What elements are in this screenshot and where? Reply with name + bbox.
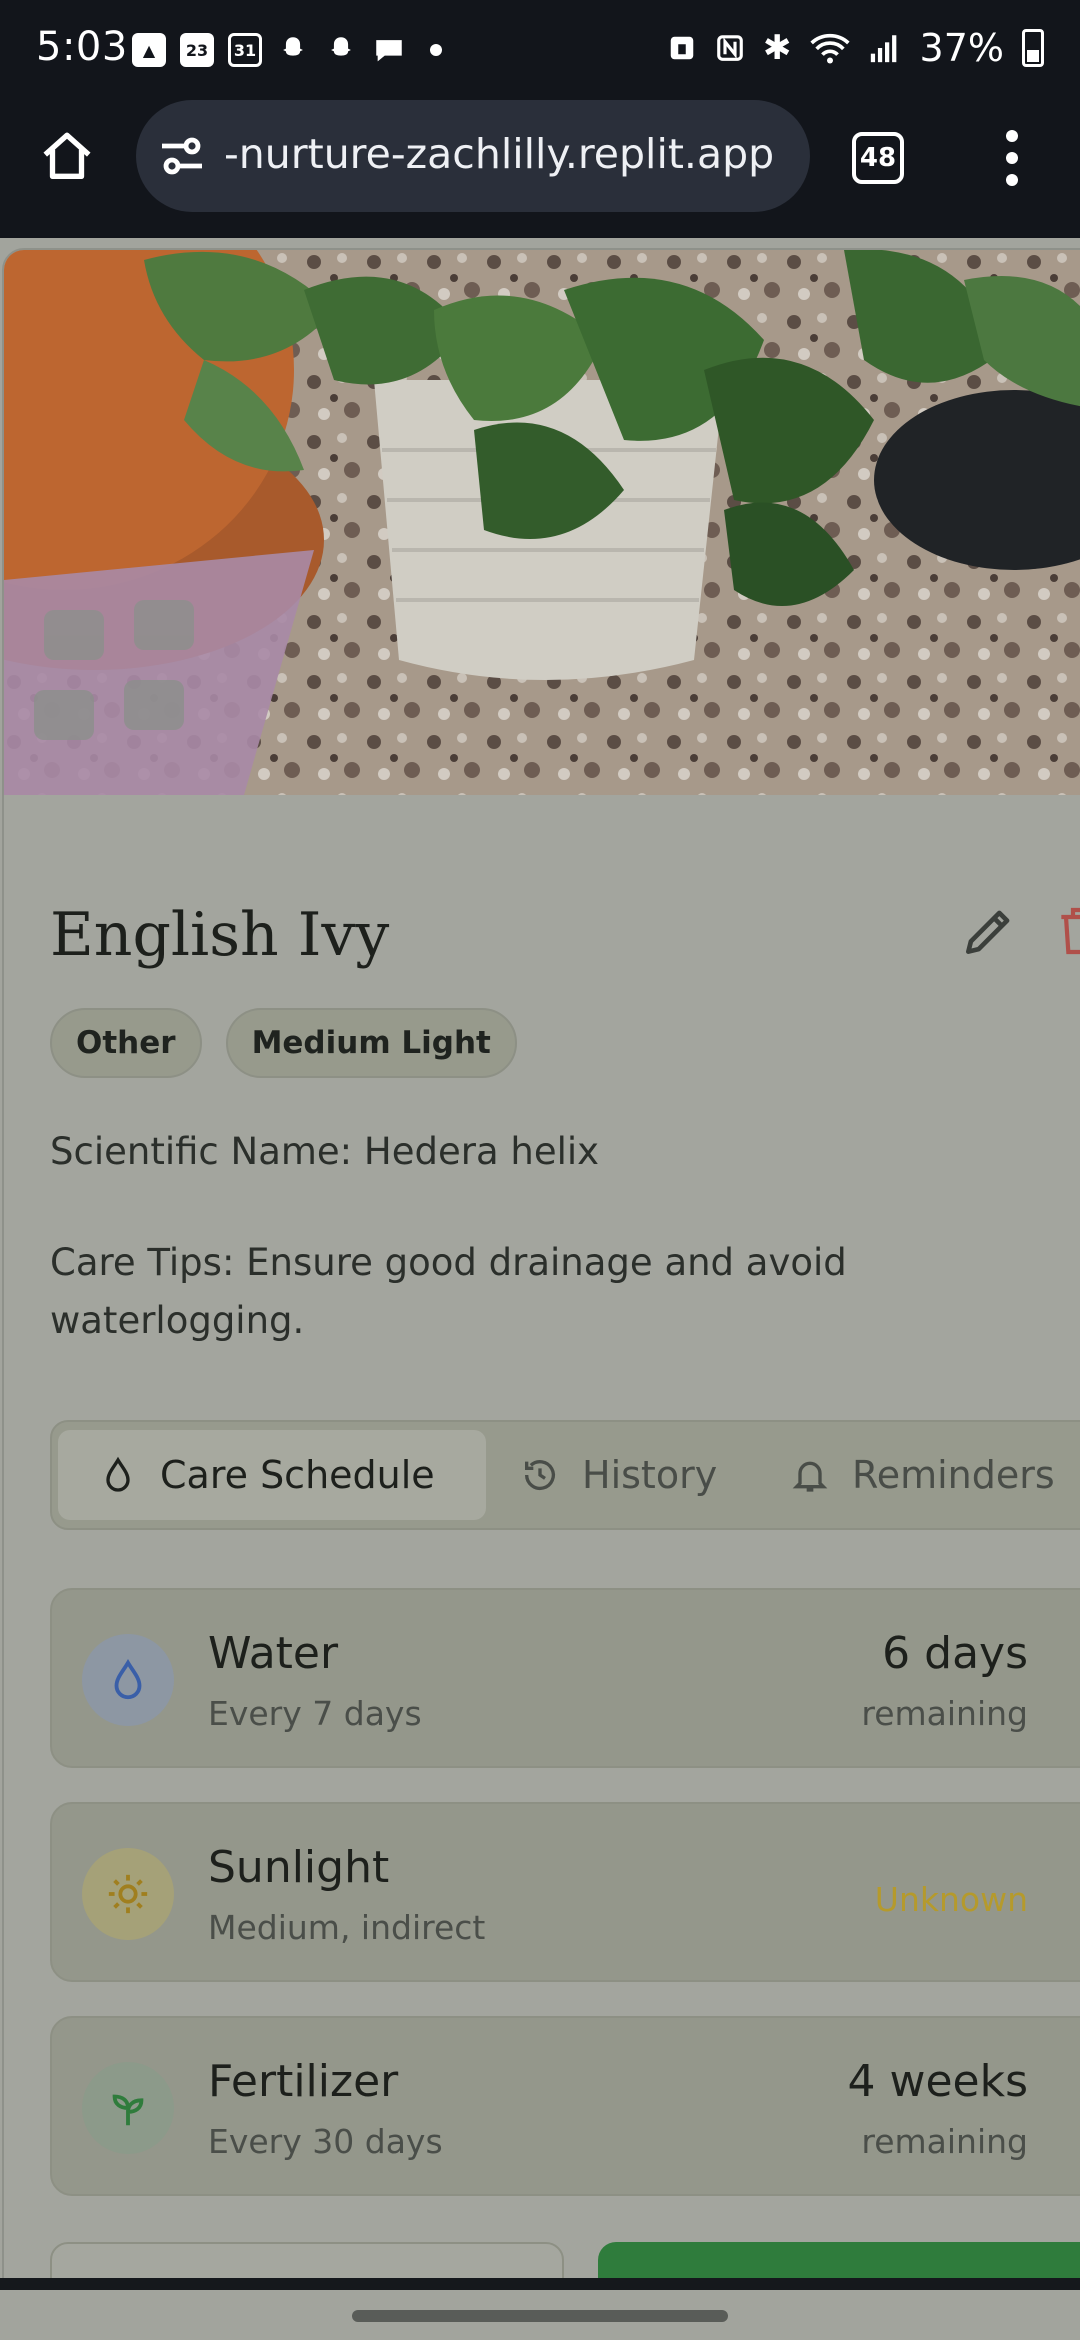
calendar-23-icon: 23 xyxy=(180,33,214,67)
address-bar[interactable]: -nurture-zachlilly.replit.app xyxy=(136,100,810,212)
plant-detail-card: English Ivy Other Medium Light Scientifi… xyxy=(2,248,1080,2290)
home-icon[interactable] xyxy=(38,128,96,186)
care-frequency: Every 7 days xyxy=(208,1694,422,1733)
care-item-sunlight: Sunlight Medium, indirect Unknown xyxy=(50,1802,1080,1982)
delete-trash-icon[interactable] xyxy=(1052,900,1080,962)
care-frequency: Medium, indirect xyxy=(208,1908,486,1947)
snapchat-icon xyxy=(324,33,358,67)
droplet-icon xyxy=(106,1456,130,1492)
tab-label: Reminders xyxy=(852,1453,1055,1497)
care-tips: Care Tips: Ensure good drainage and avoi… xyxy=(50,1241,847,1342)
history-icon xyxy=(525,1460,555,1491)
care-remaining-label: remaining xyxy=(861,2122,1028,2161)
notification-icons: ▲ 23 31 xyxy=(132,30,442,70)
url-text[interactable]: -nurture-zachlilly.replit.app xyxy=(224,130,794,178)
edit-pencil-icon[interactable] xyxy=(958,900,1020,962)
tab-history[interactable]: History xyxy=(520,1430,717,1520)
tab-switcher-button[interactable]: 48 xyxy=(852,132,904,184)
bell-icon xyxy=(792,1461,828,1492)
more-notifications-dot xyxy=(430,44,442,56)
plant-photo xyxy=(4,250,1080,795)
care-remaining-value: 4 weeks xyxy=(847,2056,1028,2107)
tab-reminders[interactable]: Reminders xyxy=(790,1430,1055,1520)
care-title: Fertilizer xyxy=(208,2056,399,2107)
page-content: English Ivy Other Medium Light Scientifi… xyxy=(0,238,1080,2290)
battery-icon xyxy=(1022,29,1044,67)
calendar-31-icon: 31 xyxy=(228,33,262,67)
sun-icon-circle xyxy=(82,1848,174,1940)
status-bar: 5:03 ▲ 23 31 ✱ 37% xyxy=(0,0,1080,100)
care-item-fertilizer: Fertilizer Every 30 days 4 weeks remaini… xyxy=(50,2016,1080,2196)
overflow-menu-icon[interactable] xyxy=(1000,130,1024,186)
plant-name: English Ivy xyxy=(50,900,390,970)
droplet-icon xyxy=(114,1659,142,1700)
scientific-name: Scientific Name: Hedera helix xyxy=(50,1130,600,1173)
gesture-nav-bar xyxy=(0,2290,1080,2340)
data-saver-icon xyxy=(670,36,694,60)
care-remaining-label: remaining xyxy=(861,1694,1028,1733)
care-remaining-value: 6 days xyxy=(882,1628,1028,1679)
sun-icon xyxy=(108,1874,148,1914)
system-status-icons: ✱ 37% xyxy=(667,26,1044,70)
signal-icon xyxy=(870,35,896,63)
care-frequency: Every 30 days xyxy=(208,2122,443,2161)
care-title: Sunlight xyxy=(208,1842,390,1893)
nfc-icon xyxy=(717,35,743,61)
gallery-icon: ▲ xyxy=(132,33,166,67)
site-settings-icon[interactable] xyxy=(158,134,206,178)
battery-percent: 37% xyxy=(919,26,1004,70)
detail-tabs: Care Schedule History Reminders xyxy=(50,1420,1080,1530)
care-status-unknown: Unknown xyxy=(874,1880,1028,1919)
bluetooth-icon: ✱ xyxy=(763,28,792,68)
wifi-icon xyxy=(809,33,850,64)
status-time: 5:03 xyxy=(36,24,128,70)
tab-care-schedule[interactable]: Care Schedule xyxy=(58,1430,486,1520)
plant-badges: Other Medium Light xyxy=(50,1008,517,1078)
care-item-water: Water Every 7 days 6 days remaining xyxy=(50,1588,1080,1768)
tab-label: History xyxy=(582,1453,718,1497)
badge-light: Medium Light xyxy=(225,1008,517,1078)
sprout-icon xyxy=(112,2094,144,2126)
chat-icon xyxy=(372,33,406,67)
sprout-icon-circle xyxy=(82,2062,174,2154)
home-gesture-handle[interactable] xyxy=(352,2310,728,2322)
snapchat-icon xyxy=(276,33,310,67)
water-icon-circle xyxy=(82,1634,174,1726)
care-title: Water xyxy=(208,1628,339,1679)
nav-divider xyxy=(0,2278,1080,2290)
browser-toolbar: -nurture-zachlilly.replit.app 48 xyxy=(0,100,1080,338)
badge-category: Other xyxy=(50,1008,202,1078)
tab-label: Care Schedule xyxy=(160,1453,435,1497)
